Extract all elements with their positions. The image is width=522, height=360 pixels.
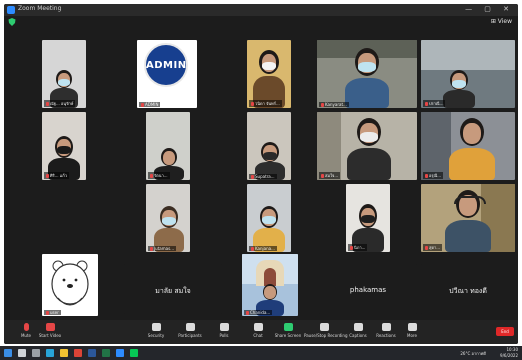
zoom-window: Zoom Meeting — ▢ ✕ ⊞ View ณัฐ... อนุรักษ… <box>4 4 518 344</box>
participant-name: ศิริ... แก้ว <box>44 172 70 179</box>
participant-video <box>443 70 475 108</box>
window-controls[interactable]: — ▢ ✕ <box>465 5 514 13</box>
chat-icon <box>253 323 263 331</box>
mic-muted-icon <box>321 103 324 107</box>
mic-muted-icon <box>425 246 428 250</box>
pause-stop-icon <box>319 323 329 331</box>
search-icon[interactable] <box>18 349 26 357</box>
participant-name: นิภา... <box>348 244 368 251</box>
participant-name: วนิดา จันทร์... <box>249 100 282 107</box>
window-title: Zoom Meeting <box>18 5 62 12</box>
admin-avatar: ADMIN <box>144 43 188 87</box>
reactions-icon <box>381 323 391 331</box>
mic-muted-icon <box>350 246 353 250</box>
camera-icon <box>45 323 55 331</box>
participant-name: Kanjana... <box>249 246 277 251</box>
video-tile[interactable]: Jutamas... <box>146 184 190 252</box>
mic-muted-icon <box>251 247 254 251</box>
video-tile[interactable]: phakamas <box>319 264 417 314</box>
line-app-icon[interactable] <box>130 349 138 357</box>
video-tile[interactable]: Kanjana... <box>247 184 291 252</box>
participant-name: สุดา... <box>423 244 443 251</box>
participants-icon <box>185 323 195 331</box>
video-tile[interactable]: สุดา... <box>421 184 515 252</box>
mic-muted-icon <box>251 175 254 179</box>
mic-muted-icon <box>425 174 428 178</box>
video-tile[interactable]: สมใจ... <box>317 112 417 180</box>
video-tile[interactable]: อรุณี... <box>421 112 515 180</box>
video-tile[interactable]: ปราณี... <box>421 40 515 108</box>
avatar-text: ADMIN <box>146 60 187 71</box>
mic-muted-icon <box>321 174 324 178</box>
participant-display-name: phakamas <box>349 286 387 294</box>
participant-name: user <box>44 310 61 315</box>
video-tile[interactable]: มาลัย สมใจ <box>124 264 222 314</box>
mic-muted-icon <box>46 311 49 315</box>
participant-name: Chanida... <box>244 310 273 315</box>
video-tile[interactable]: Kanyarat... <box>317 40 417 108</box>
task-view-icon[interactable] <box>32 349 40 357</box>
video-tile[interactable]: ศิริ... แก้ว <box>42 112 86 180</box>
meeting-toolbar: Mute Start Video Security Participants P… <box>4 320 518 344</box>
captions-icon <box>353 323 363 331</box>
video-tile[interactable]: ณัฐ... อนุรักษ์ <box>42 40 86 108</box>
mic-muted-icon <box>246 311 249 315</box>
clock-date: 9/6/2022 <box>500 353 518 358</box>
more-button[interactable]: More <box>392 323 432 338</box>
participant-display-name: มาลัย สมใจ <box>155 287 191 295</box>
word-icon[interactable] <box>88 349 96 357</box>
mic-muted-icon <box>46 102 49 106</box>
system-clock[interactable]: 10:30 9/6/2022 <box>500 347 518 359</box>
weather-tray[interactable]: 26°C อากาศดี <box>460 350 486 357</box>
participant-name: ADMIN <box>139 102 161 107</box>
excel-icon[interactable] <box>102 349 110 357</box>
participant-name: สมใจ... <box>319 172 341 179</box>
more-icon <box>407 323 417 331</box>
participant-name: รัตนา... <box>148 172 170 179</box>
participant-video <box>347 118 391 180</box>
file-explorer-icon[interactable] <box>60 349 68 357</box>
video-tile[interactable]: Supatra... <box>247 112 291 180</box>
video-tile[interactable]: นิภา... <box>346 184 390 252</box>
video-tile[interactable]: วนิดา จันทร์... <box>247 40 291 108</box>
share-screen-icon <box>283 323 293 331</box>
start-icon[interactable] <box>4 349 12 357</box>
zoom-app-icon[interactable] <box>116 349 124 357</box>
polls-icon <box>219 323 229 331</box>
microphone-icon <box>23 323 29 331</box>
participant-name: Kanyarat... <box>319 102 349 107</box>
participant-name: อรุณี... <box>423 172 444 179</box>
video-tile[interactable]: ปวีณา ทองดี <box>421 264 515 314</box>
video-tile[interactable]: รัตนา... <box>146 112 190 180</box>
bear-avatar-image <box>51 260 89 306</box>
participant-video <box>345 48 389 108</box>
start-video-button[interactable]: Start Video <box>30 323 70 338</box>
mic-muted-icon <box>150 174 153 178</box>
mic-muted-icon <box>425 102 428 106</box>
video-tile[interactable]: ADMIN ADMIN <box>137 40 197 108</box>
video-tile[interactable]: Chanida... <box>242 254 298 316</box>
participant-name: ปราณี... <box>423 100 446 107</box>
title-bar: Zoom Meeting — ▢ ✕ <box>4 4 518 16</box>
participant-name: Supatra... <box>249 174 277 179</box>
edge-icon[interactable] <box>46 349 54 357</box>
windows-taskbar: 26°C อากาศดี 10:30 9/6/2022 <box>0 346 522 360</box>
end-meeting-button[interactable]: End <box>496 327 514 336</box>
share-screen-button[interactable]: Share Screen <box>268 323 308 338</box>
participant-name: ณัฐ... อนุรักษ์ <box>44 100 76 107</box>
mic-muted-icon <box>141 103 144 107</box>
mic-muted-icon <box>46 174 49 178</box>
participant-video <box>445 190 491 252</box>
participant-display-name: ปวีณา ทองดี <box>449 287 487 295</box>
mic-muted-icon <box>150 247 153 251</box>
participant-name: Jutamas... <box>148 246 176 251</box>
view-button[interactable]: ⊞ View <box>491 18 512 25</box>
participant-video <box>449 118 495 180</box>
video-tile[interactable]: user <box>42 254 98 316</box>
mic-muted-icon <box>251 102 254 106</box>
shield-icon <box>151 323 161 331</box>
shield-icon[interactable] <box>8 18 16 26</box>
zoom-logo-icon <box>7 6 15 14</box>
chrome-icon[interactable] <box>74 349 82 357</box>
